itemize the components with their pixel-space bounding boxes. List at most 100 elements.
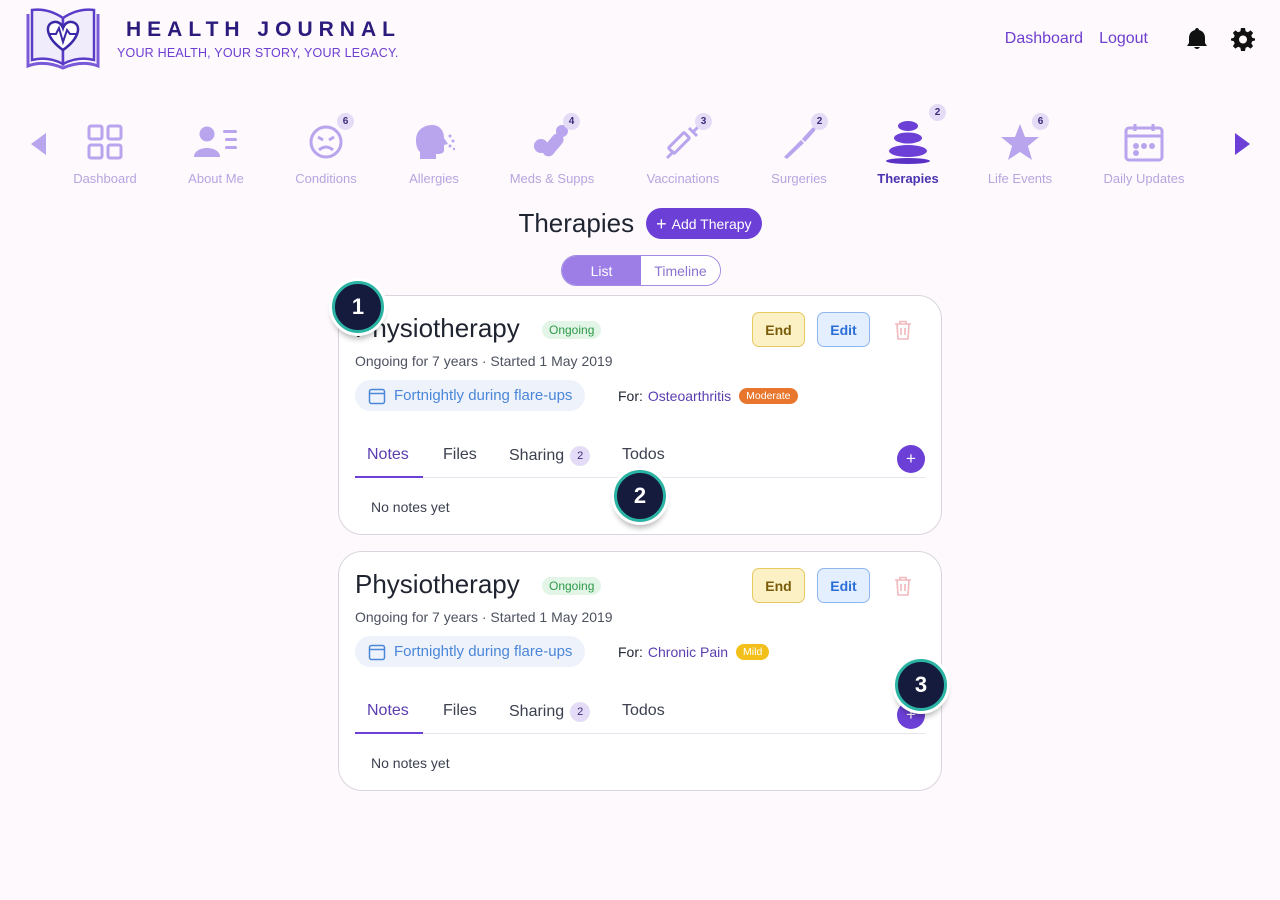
end-button[interactable]: End — [752, 568, 805, 603]
nav-badge: 6 — [1032, 113, 1049, 130]
top-nav: Dashboard Logout — [1005, 26, 1256, 52]
sharing-count-badge: 2 — [570, 446, 591, 466]
tab-sharing[interactable]: Sharing 2 — [509, 446, 591, 466]
add-therapy-label: Add Therapy — [671, 215, 752, 232]
status-badge: Ongoing — [542, 577, 602, 595]
for-label: For: — [618, 644, 643, 660]
tab-sharing[interactable]: Sharing 2 — [509, 702, 591, 722]
nav-label: Conditions — [295, 171, 357, 186]
nav-surgeries[interactable]: 2 Surgeries — [739, 113, 859, 186]
tab-notes[interactable]: Notes — [367, 702, 409, 720]
nav-allergies[interactable]: Allergies — [374, 118, 494, 186]
severity-badge: Moderate — [739, 388, 798, 404]
stones-icon: 2 — [848, 104, 968, 166]
pills-icon: 4 — [492, 113, 612, 166]
add-note-button[interactable]: + — [897, 445, 925, 473]
sharing-count-badge: 2 — [570, 702, 591, 722]
tab-sharing-label: Sharing — [509, 703, 565, 720]
gear-icon[interactable] — [1230, 26, 1256, 52]
nav-conditions[interactable]: 6 Conditions — [266, 113, 386, 186]
dashboard-link[interactable]: Dashboard — [1005, 30, 1083, 48]
tab-todos[interactable]: Todos — [622, 702, 665, 720]
star-icon: 6 — [960, 113, 1080, 166]
view-timeline-button[interactable]: Timeline — [641, 256, 720, 285]
for-condition: For: Chronic Pain Mild — [618, 644, 770, 660]
tab-files[interactable]: Files — [443, 446, 477, 464]
nav-label: Daily Updates — [1103, 171, 1185, 186]
add-therapy-button[interactable]: + Add Therapy — [646, 208, 762, 239]
view-toggle: List Timeline — [561, 255, 721, 286]
calendar-icon — [1084, 118, 1204, 166]
condition-link[interactable]: Chronic Pain — [648, 644, 728, 660]
card-tabs: Notes Files Sharing 2 Todos — [355, 692, 925, 734]
trash-icon[interactable] — [894, 320, 914, 340]
therapy-duration: Ongoing for 7 years · Started 1 May 2019 — [355, 609, 613, 625]
active-tab-underline — [355, 732, 423, 734]
page-title: Therapies — [518, 208, 635, 238]
nav-badge: 2 — [929, 104, 946, 121]
nav-vaccinations[interactable]: 3 Vaccinations — [623, 113, 743, 186]
trash-icon[interactable] — [894, 576, 914, 596]
tab-todos[interactable]: Todos — [622, 446, 665, 464]
nav-life-events[interactable]: 6 Life Events — [960, 113, 1080, 186]
tab-files[interactable]: Files — [443, 702, 477, 720]
step-marker-1: 1 — [332, 281, 384, 333]
nav-meds-supps[interactable]: 4 Meds & Supps — [492, 113, 612, 186]
nav-label: Life Events — [987, 171, 1053, 186]
page-header: Therapies + Add Therapy — [0, 208, 1280, 239]
nav-label: Therapies — [877, 171, 939, 186]
sneeze-icon — [374, 118, 494, 166]
frequency-pill: Fortnightly during flare-ups — [355, 380, 586, 411]
end-button[interactable]: End — [752, 312, 805, 347]
nav-label: Allergies — [409, 171, 459, 186]
step-marker-2: 2 — [614, 470, 666, 522]
logout-link[interactable]: Logout — [1099, 30, 1148, 48]
brand-tagline: YOUR HEALTH, YOUR STORY, YOUR LEGACY. — [117, 46, 399, 60]
empty-state: No notes yet — [371, 499, 450, 515]
grid-icon — [45, 118, 165, 166]
nav-badge: 2 — [811, 113, 828, 130]
logo[interactable] — [24, 6, 102, 72]
calendar-icon — [368, 388, 386, 404]
severity-badge: Mild — [736, 644, 770, 660]
nav-daily-updates[interactable]: Daily Updates — [1084, 118, 1204, 186]
for-condition: For: Osteoarthritis Moderate — [618, 388, 798, 404]
nav-badge: 3 — [695, 113, 712, 130]
frequency-pill: Fortnightly during flare-ups — [355, 636, 586, 667]
empty-state: No notes yet — [371, 755, 450, 771]
tab-notes[interactable]: Notes — [367, 446, 409, 464]
edit-button[interactable]: Edit — [817, 568, 870, 603]
nav-label: Surgeries — [771, 171, 827, 186]
calendar-icon — [368, 644, 386, 660]
nav-label: Dashboard — [73, 171, 137, 186]
nav-label: About Me — [188, 171, 244, 186]
nav-therapies[interactable]: 2 Therapies — [848, 104, 968, 186]
nav-badge: 4 — [563, 113, 580, 130]
brand-title: HEALTH JOURNAL — [126, 18, 401, 41]
view-list-button[interactable]: List — [562, 256, 641, 285]
sick-face-icon: 6 — [266, 113, 386, 166]
therapy-duration: Ongoing for 7 years · Started 1 May 2019 — [355, 353, 613, 369]
nav-dashboard[interactable]: Dashboard — [45, 118, 165, 186]
scroll-right-arrow-icon[interactable] — [1233, 132, 1251, 161]
nav-label: Vaccinations — [646, 171, 720, 186]
tab-sharing-label: Sharing — [509, 447, 565, 464]
therapy-name: Physiotherapy — [355, 569, 520, 599]
frequency-text: Fortnightly during flare-ups — [394, 387, 573, 404]
syringe-icon: 3 — [623, 113, 743, 166]
condition-link[interactable]: Osteoarthritis — [648, 388, 731, 404]
status-badge: Ongoing — [542, 321, 602, 339]
active-tab-underline — [355, 476, 423, 478]
for-label: For: — [618, 388, 643, 404]
edit-button[interactable]: Edit — [817, 312, 870, 347]
bell-icon[interactable] — [1184, 26, 1210, 52]
nav-badge: 6 — [337, 113, 354, 130]
scalpel-icon: 2 — [739, 113, 859, 166]
nav-label: Meds & Supps — [509, 171, 595, 186]
frequency-text: Fortnightly during flare-ups — [394, 643, 573, 660]
nav-about-me[interactable]: About Me — [156, 118, 276, 186]
plus-icon: + — [656, 213, 667, 234]
person-card-icon — [156, 118, 276, 166]
step-marker-3: 3 — [895, 659, 947, 711]
therapy-card: Physiotherapy Ongoing End Edit Ongoing f… — [338, 551, 942, 791]
